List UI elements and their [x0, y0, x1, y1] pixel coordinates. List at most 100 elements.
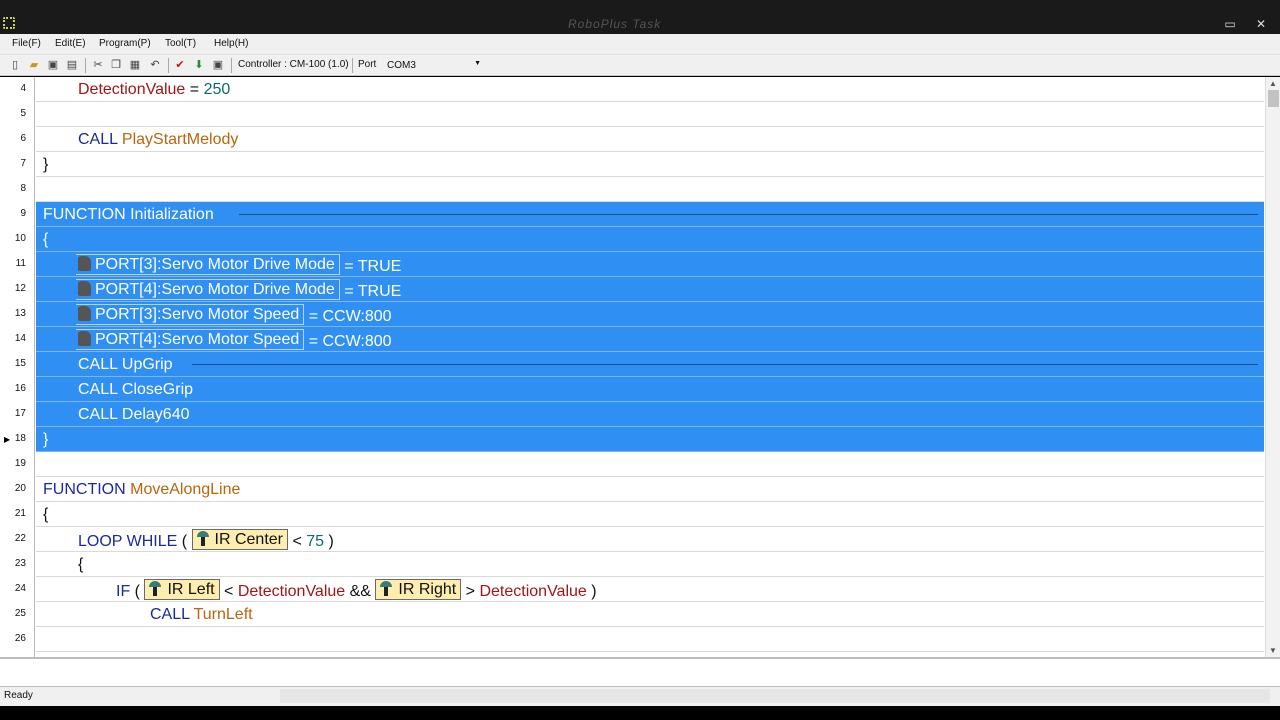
port-value: COM3	[387, 60, 416, 71]
code-row: PORT[4]:Servo Motor Speed = CCW:800	[36, 327, 1264, 352]
code-text: PORT[4]:Servo Motor Drive Mode = TRUE	[76, 279, 401, 302]
chevron-down-icon: ▼	[474, 60, 481, 67]
download-icon[interactable]: ⬇	[192, 58, 206, 72]
code-text: {	[43, 506, 48, 524]
code-line[interactable]: 18 ▶}	[0, 427, 1265, 452]
screen-border	[0, 706, 1280, 720]
code-token-op: }	[43, 431, 49, 448]
line-number: 25	[14, 608, 26, 619]
code-token-kw: LOOP WHILE	[78, 533, 178, 550]
code-text: {	[78, 556, 83, 574]
port-label: Port	[358, 59, 377, 70]
line-number: 13	[14, 308, 26, 319]
code-text: CALL PlayStartMelody	[78, 131, 238, 149]
code-line[interactable]: 11 PORT[3]:Servo Motor Drive Mode = TRUE	[0, 252, 1265, 277]
code-line[interactable]: 17 CALL Delay640	[0, 402, 1265, 427]
code-line[interactable]: 5	[0, 102, 1265, 127]
scroll-down-icon[interactable]: ▼	[1269, 646, 1277, 655]
sensor-parameter-block[interactable]: IR Left	[144, 579, 220, 600]
line-number: 6	[20, 133, 26, 144]
cut-icon[interactable]: ✂	[91, 58, 105, 72]
restore-button[interactable]: ▭	[1217, 16, 1243, 32]
status-bar: Ready	[0, 687, 1280, 706]
code-line[interactable]: 20 FUNCTION MoveAlongLine	[0, 477, 1265, 502]
code-token-op: <	[292, 533, 302, 550]
servo-motor-icon	[78, 331, 91, 346]
code-line[interactable]: 10 {	[0, 227, 1265, 252]
code-line[interactable]: 9 FUNCTION Initialization	[0, 202, 1265, 227]
code-token-kw: CALL	[78, 356, 118, 373]
code-token-kw: FUNCTION	[43, 481, 126, 498]
controller-label: Controller : CM-100 (1.0)	[238, 59, 349, 70]
scroll-thumb[interactable]	[1268, 90, 1279, 107]
menu-program[interactable]: Program(P)	[99, 38, 151, 49]
ir-sensor-icon	[147, 581, 164, 596]
line-number: 7	[20, 158, 26, 169]
code-line[interactable]: 19	[0, 452, 1265, 477]
toolbar-separator	[231, 58, 232, 73]
scroll-up-icon[interactable]: ▲	[1269, 79, 1277, 88]
code-text: }	[43, 431, 48, 449]
new-file-icon[interactable]: ▯	[8, 58, 22, 72]
code-row	[36, 177, 1264, 202]
menu-tool[interactable]: Tool(T)	[165, 38, 196, 49]
code-text: CALL TurnLeft	[150, 606, 253, 624]
paste-icon[interactable]: ▦	[128, 58, 142, 72]
code-token-var: DetectionValue	[78, 81, 186, 98]
check-icon[interactable]: ✔	[173, 58, 187, 72]
code-line[interactable]: 8	[0, 177, 1265, 202]
code-line[interactable]: 14 PORT[4]:Servo Motor Speed = CCW:800	[0, 327, 1265, 352]
vertical-scrollbar[interactable]: ▲ ▼	[1265, 77, 1280, 657]
code-token-var: DetectionValue	[479, 583, 587, 600]
sensor-parameter-block[interactable]: IR Right	[375, 579, 462, 600]
line-number: 19	[14, 458, 26, 469]
sensor-parameter-block[interactable]: IR Center	[191, 529, 288, 550]
code-line[interactable]: 6 CALL PlayStartMelody	[0, 127, 1265, 152]
line-number: 20	[14, 483, 26, 494]
print-icon[interactable]: ▤	[65, 58, 79, 72]
menu-edit[interactable]: Edit(E)	[55, 38, 86, 49]
toolbar: ▯ ▰ ▣ ▤ ✂ ❐ ▦ ↶ ✔ ⬇ ▣ Controller : CM-10…	[0, 55, 1280, 76]
port-parameter-block[interactable]: PORT[4]:Servo Motor Speed	[76, 329, 305, 350]
code-token-fn: UpGrip	[121, 356, 173, 373]
block-underline	[192, 364, 1258, 365]
code-line[interactable]: 15 CALL UpGrip	[0, 352, 1265, 377]
code-line[interactable]: 24 IF ( IR Left < DetectionValue && IR Ri…	[0, 577, 1265, 602]
line-number: 12	[14, 283, 26, 294]
close-button[interactable]: ✕	[1248, 16, 1274, 32]
code-line[interactable]: 13 PORT[3]:Servo Motor Speed = CCW:800	[0, 302, 1265, 327]
code-line[interactable]: 12 PORT[4]:Servo Motor Drive Mode = TRUE	[0, 277, 1265, 302]
status-text: Ready	[4, 690, 33, 701]
port-select[interactable]: COM3 ▼	[384, 57, 486, 74]
servo-motor-icon	[78, 281, 91, 296]
code-token-op: =	[189, 81, 204, 98]
menu-file[interactable]: File(F)	[12, 38, 41, 49]
code-row: PORT[3]:Servo Motor Drive Mode = TRUE	[36, 252, 1264, 277]
code-line[interactable]: 26	[0, 627, 1265, 652]
code-row: }	[36, 152, 1264, 177]
save-icon[interactable]: ▣	[46, 58, 60, 72]
code-line[interactable]: 23 {	[0, 552, 1265, 577]
port-parameter-block[interactable]: PORT[3]:Servo Motor Speed	[76, 304, 305, 325]
code-line[interactable]: 7}	[0, 152, 1265, 177]
port-parameter-block[interactable]: PORT[4]:Servo Motor Drive Mode	[76, 279, 340, 300]
code-line[interactable]: 16 CALL CloseGrip	[0, 377, 1265, 402]
monitor-icon[interactable]: ▣	[211, 58, 225, 72]
copy-icon[interactable]: ❐	[109, 58, 123, 72]
open-folder-icon[interactable]: ▰	[27, 58, 41, 72]
port-parameter-block[interactable]: PORT[3]:Servo Motor Drive Mode	[76, 254, 340, 275]
code-line[interactable]: 4 DetectionValue = 250	[0, 77, 1265, 102]
parameter-label: IR Left	[167, 581, 215, 598]
menu-help[interactable]: Help(H)	[214, 38, 248, 49]
code-token-op: {	[43, 231, 49, 248]
code-line[interactable]: 25 CALL TurnLeft	[0, 602, 1265, 627]
menu-bar: File(F) Edit(E) Program(P) Tool(T) Help(…	[0, 34, 1280, 55]
code-row: IF ( IR Left < DetectionValue && IR Righ…	[36, 577, 1264, 602]
code-editor[interactable]: 4 DetectionValue = 250 5 6 CALL PlayStartMel…	[0, 77, 1280, 657]
undo-icon[interactable]: ↶	[148, 58, 162, 72]
code-line[interactable]: 22 LOOP WHILE ( IR Center < 75 )	[0, 527, 1265, 552]
code-line[interactable]: 21 {	[0, 502, 1265, 527]
line-number: 21	[14, 508, 26, 519]
app-icon	[3, 17, 15, 29]
code-token-op: = TRUE	[344, 258, 402, 275]
